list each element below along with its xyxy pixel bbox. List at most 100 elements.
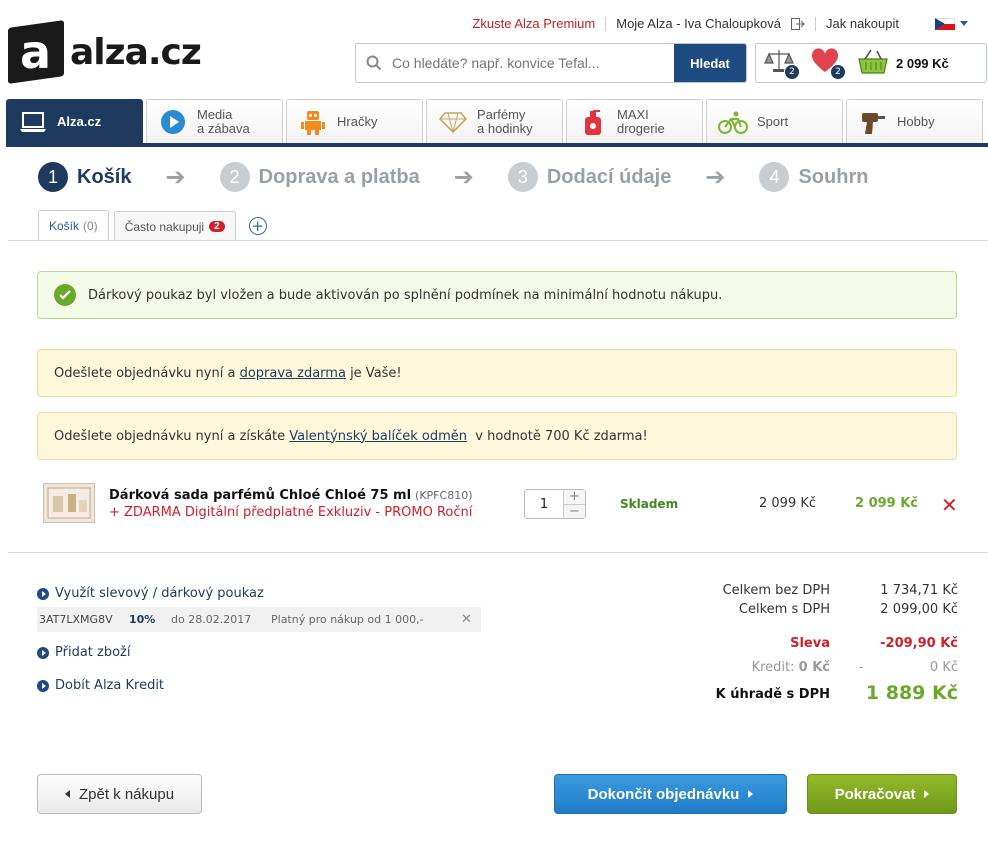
category-label: Hobby [897, 113, 935, 129]
search-button[interactable]: Hledat [674, 44, 746, 82]
remove-voucher-icon[interactable]: ✕ [461, 612, 472, 627]
cart-total[interactable]: 2 099 Kč [896, 56, 949, 71]
step-summary[interactable]: 4 Souhrn [759, 162, 868, 192]
arrow-right-icon: ➔ [165, 163, 186, 191]
top-links: Zkuste Alza Premium Moje Alza - Iva Chal… [472, 16, 968, 31]
quantity-value[interactable]: 1 [525, 490, 563, 518]
voucher-valid-to: do 28.02.2017 [171, 613, 252, 626]
logo-text: alza.cz [70, 31, 202, 73]
laptop-icon [17, 107, 49, 137]
cyclist-icon [717, 107, 749, 137]
voucher-condition: Platný pro nákup od 1 000,- [271, 613, 424, 626]
free-shipping-alert: Odešlete objednávku nyní a doprava zdarm… [37, 349, 957, 397]
check-icon [54, 284, 76, 306]
unit-price: 2 099 Kč [759, 496, 817, 511]
logout-icon[interactable] [791, 17, 805, 30]
voucher-code: 3AT7LXMG8V [39, 613, 113, 626]
tab-cart[interactable]: Košík (0) [38, 210, 109, 241]
category-perfumes[interactable]: Parfémy a hodinky [426, 99, 563, 143]
button-label: Zpět k nákupu [78, 785, 175, 803]
basket-icon[interactable] [856, 48, 890, 78]
discount-value: -209,90 Kč [880, 636, 958, 651]
product-gift[interactable]: + ZDARMA Digitální předplatné Exkluziv -… [109, 505, 472, 520]
step-delivery-details[interactable]: 3 Dodací údaje [507, 162, 671, 192]
subtotal-no-vat: 1 734,71 Kč [880, 583, 958, 598]
subtotal-vat-label: Celkem s DPH [738, 602, 830, 617]
topup-credit-link[interactable]: Dobít Alza Kredit [37, 678, 164, 693]
arrow-circle-icon [37, 587, 49, 600]
how-to-buy-link[interactable]: Jak nakoupit [826, 16, 899, 31]
tab-underline [8, 240, 988, 241]
category-nav: Alza.cz Media a zábava Hračky Parfémy a ho… [6, 99, 988, 147]
search-bar: Hledat [355, 43, 747, 83]
add-tab-icon[interactable]: + [248, 217, 267, 235]
link-label: Využít slevový / dárkový poukaz [55, 586, 264, 601]
subtotal-vat: 2 099,00 Kč [880, 602, 958, 617]
step-cart[interactable]: 1 Košík [38, 162, 131, 192]
logo-letter: a [20, 25, 52, 80]
use-voucher-link[interactable]: Využít slevový / dárkový poukaz [37, 586, 264, 601]
search-input[interactable] [392, 44, 674, 82]
remove-icon[interactable]: ✕ [941, 493, 958, 517]
add-item-link[interactable]: Přidat zboží [37, 645, 130, 660]
arrow-circle-icon [37, 646, 49, 659]
continue-button[interactable]: Pokračovat [807, 774, 957, 814]
category-hobby[interactable]: Hobby [846, 99, 983, 143]
subtotal-no-vat-label: Celkem bez DPH [722, 583, 830, 598]
stock-status: Skladem [620, 497, 679, 511]
category-media[interactable]: Media a zábava [146, 99, 283, 143]
finish-order-button[interactable]: Dokončit objednávku [554, 774, 787, 814]
arrow-right-icon: ➔ [705, 163, 726, 191]
category-label: Alza.cz [57, 113, 102, 129]
alza-logo[interactable]: a alza.cz [8, 20, 202, 84]
category-label: MAXI drogerie [617, 106, 665, 136]
decrement-icon[interactable]: − [564, 503, 585, 518]
gift-package-link[interactable]: Valentýnský balíček odměn [289, 429, 467, 444]
step-label: Souhrn [798, 165, 869, 188]
voucher-row: 3AT7LXMG8V 10% do 28.02.2017 Platný pro … [37, 607, 481, 632]
product-code: (KPFC810) [415, 489, 473, 502]
product-thumbnail[interactable] [43, 483, 95, 523]
drill-icon [857, 107, 889, 137]
back-to-shop-button[interactable]: Zpět k nákupu [37, 774, 202, 814]
link-label: Dobít Alza Kredit [55, 678, 165, 693]
credit-dash: - [859, 660, 864, 675]
alert-text: Odešlete objednávku nyní a [54, 365, 240, 381]
credit-value: 0 Kč [798, 660, 830, 675]
category-label: Sport [757, 113, 789, 129]
line-total: 2 099 Kč [855, 496, 919, 511]
checkout-steps: 1 Košík ➔ 2 Doprava a platba ➔ 3 Dodací … [38, 162, 868, 192]
logo-mark: a [8, 20, 64, 84]
account-link[interactable]: Moje Alza - Iva Chaloupková [616, 16, 781, 31]
tab-count: (0) [83, 219, 98, 233]
arrow-circle-icon [37, 679, 49, 692]
credit-label: Kredit: 0 Kč [751, 660, 830, 675]
compare-scales-icon[interactable]: 2 [764, 48, 800, 80]
step-label: Doprava a platba [258, 165, 420, 188]
premium-link[interactable]: Zkuste Alza Premium [472, 16, 595, 31]
play-icon [157, 107, 189, 137]
free-shipping-link[interactable]: doprava zdarma [240, 366, 346, 381]
product-name[interactable]: Dárková sada parfémů Chloé Chloé 75 ml (K… [109, 488, 472, 503]
step-shipping[interactable]: 2 Doprava a platba [219, 162, 420, 192]
tab-frequent[interactable]: Často nakupuji 2 [113, 211, 236, 241]
quantity-stepper[interactable]: 1 + − [524, 489, 586, 519]
arrow-right-icon [748, 790, 754, 798]
alert-text: je Vaše! [345, 365, 402, 381]
tab-label: Často nakupuji [124, 219, 205, 234]
language-selector[interactable] [927, 17, 968, 30]
favorites-heart-icon[interactable]: 2 [810, 48, 846, 80]
to-pay-value: 1 889 Kč [865, 682, 958, 704]
cart-tabs: Košík (0) Často nakupuji 2 + [38, 210, 267, 241]
category-drugstore[interactable]: MAXI drogerie [566, 99, 703, 143]
favorites-count-badge: 2 [830, 64, 846, 80]
category-sport[interactable]: Sport [706, 99, 843, 143]
increment-icon[interactable]: + [564, 490, 585, 504]
arrow-right-icon [924, 790, 930, 798]
button-label: Dokončit objednávku [587, 785, 740, 803]
category-toys[interactable]: Hračky [286, 99, 423, 143]
arrow-left-icon [64, 790, 70, 798]
voucher-discount: 10% [129, 613, 156, 626]
category-alza[interactable]: Alza.cz [6, 99, 143, 143]
discount-label: Sleva [790, 636, 830, 651]
